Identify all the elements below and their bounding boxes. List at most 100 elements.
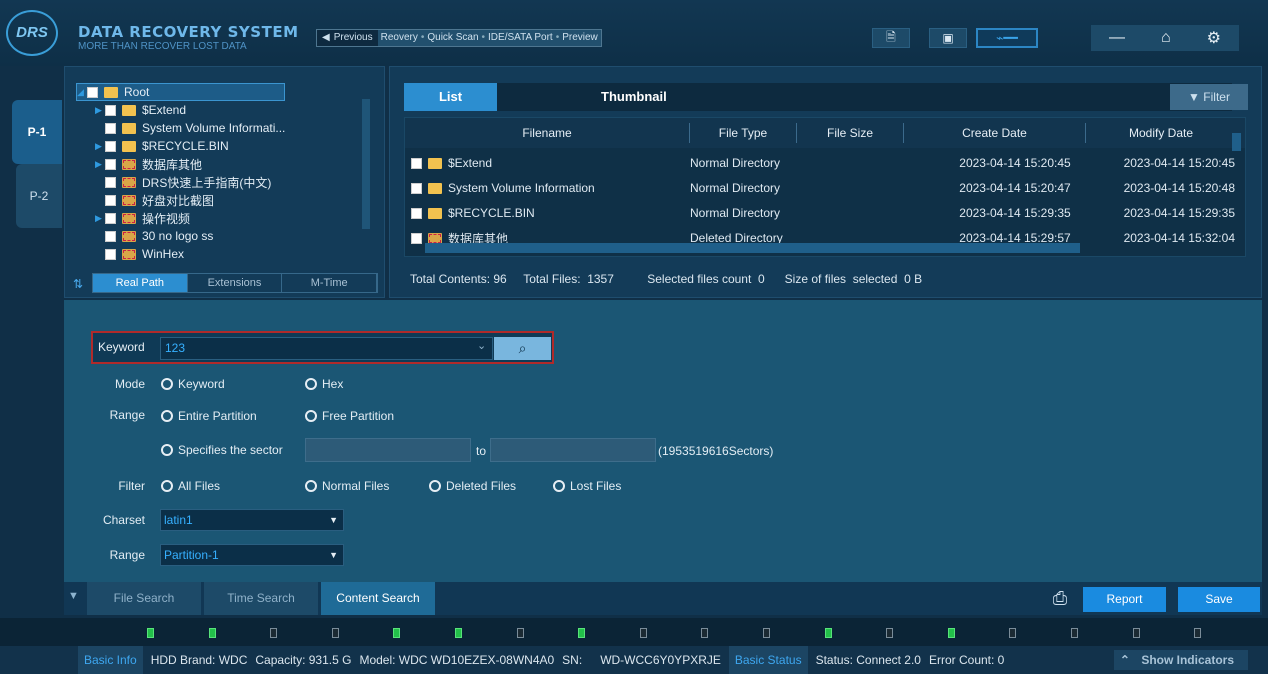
checkbox[interactable] [411,232,422,244]
indicator-led [947,628,955,638]
tree-item[interactable]: ◢ Root [76,83,285,101]
lost-files-radio[interactable]: Lost Files [553,479,621,493]
expand-arrow-icon[interactable]: ▶ [95,105,105,116]
horizontal-scrollbar[interactable] [425,243,1080,253]
tree-item[interactable]: WinHex [95,245,184,263]
all-files-radio[interactable]: All Files [161,479,220,493]
folder-icon [122,140,136,152]
expand-arrow-icon[interactable]: ▶ [95,141,105,152]
log-button[interactable]: 🗎 [872,28,910,48]
tab-list[interactable]: List [404,83,497,111]
tree-item[interactable]: DRS快速上手指南(中文) [95,173,271,191]
total-files: Total Files: 1357 [523,272,614,286]
save-button[interactable]: Save [1178,587,1260,612]
toolbox-button[interactable]: ▣ [929,28,967,48]
checkbox[interactable] [411,182,422,194]
search-button[interactable]: ⌕ [494,337,551,360]
inbox-icon[interactable]: ⎙ [1034,582,1086,615]
breadcrumb-item-preview[interactable]: Preview [559,30,601,46]
sector-start-input[interactable] [305,438,471,462]
tree-item[interactable]: 好盘对比截图 [95,191,214,209]
checkbox[interactable] [411,207,422,219]
chevron-down-icon[interactable]: ⌄ [477,339,486,352]
tree-item[interactable]: ▶ 操作视频 [95,209,190,227]
tab-content-search[interactable]: Content Search [321,582,435,615]
tab-extensions[interactable]: Extensions [188,274,283,292]
breadcrumb-item-port[interactable]: IDE/SATA Port [485,30,556,46]
tree-item[interactable]: 30 no logo ss [95,227,213,245]
free-partition-radio[interactable]: Free Partition [305,409,394,423]
tree-item[interactable]: ▶ $Extend [95,101,186,119]
table-row[interactable]: $Extend Normal Directory 2023-04-14 15:20:… [405,151,1235,175]
charset-label: Charset [102,513,145,527]
tab-real-path[interactable]: Real Path [93,274,188,292]
column-file-size[interactable]: File Size [797,123,904,143]
tree-item[interactable]: ▶ 数据库其他 [95,155,202,173]
tab-m-time[interactable]: M-Time [282,274,378,292]
model: Model: WDC WD10EZEX-08WN4A0 [359,653,555,667]
basic-status-tab[interactable]: Basic Status [728,646,808,674]
sector-end-input[interactable] [490,438,656,462]
table-row[interactable]: $RECYCLE.BIN Normal Directory 2023-04-14 1… [405,201,1235,225]
checkbox[interactable] [105,158,116,170]
file-list-panel: Thumbnail List ▼ Filter Filename File Ty… [389,66,1262,298]
column-modify-date[interactable]: Modify Date [1086,123,1236,143]
report-button[interactable]: Report [1083,587,1166,612]
checkbox[interactable] [105,122,116,134]
basic-info-tab[interactable]: Basic Info [78,646,143,674]
gear-icon[interactable]: ⚙ [1207,28,1221,48]
column-filename[interactable]: Filename [405,123,690,143]
content-search-form: Keyword 123 ⌄ ⌕ Mode Keyword Hex Range E… [64,300,1262,582]
column-file-type[interactable]: File Type [690,123,797,143]
indicator-led [824,628,832,638]
tab-thumbnail[interactable]: Thumbnail [497,83,1232,111]
home-icon[interactable]: ⌂ [1161,29,1171,47]
checkbox[interactable] [105,104,116,116]
mode-keyword-radio[interactable]: Keyword [161,377,225,391]
checkbox[interactable] [105,140,116,152]
create-date-cell: 2023-04-14 15:20:47 [959,181,1071,195]
mode-hex-radio[interactable]: Hex [305,377,343,391]
vertical-scrollbar[interactable] [1232,133,1241,151]
checkbox[interactable] [105,194,116,206]
tab-file-search[interactable]: File Search [87,582,201,615]
checkbox[interactable] [87,86,98,98]
tree-scrollbar[interactable] [362,99,370,229]
folder-icon [122,230,136,242]
column-create-date[interactable]: Create Date [904,123,1086,143]
checkbox[interactable] [105,212,116,224]
tree-item[interactable]: ▶ $RECYCLE.BIN [95,137,229,155]
tree-item[interactable]: System Volume Informati... [95,119,285,137]
table-row[interactable]: System Volume Information Normal Director… [405,176,1235,200]
file-type-cell: Normal Directory [690,206,781,220]
tab-p1[interactable]: P-1 [12,100,62,164]
monitor-button[interactable]: ⌁━━ [976,28,1038,48]
sort-icon[interactable]: ⇅ [73,277,83,291]
breadcrumb-item-recovery[interactable]: Reovery [378,30,421,46]
partition-select[interactable]: Partition-1 ▼ [160,544,344,566]
previous-button[interactable]: ◀ Previous [317,30,378,46]
modify-date-cell: 2023-04-14 15:29:35 [1123,206,1235,220]
checkbox[interactable] [411,157,422,169]
mode-keyword-label: Keyword [178,377,225,391]
checkbox[interactable] [105,248,116,260]
filename-cell: $RECYCLE.BIN [448,206,535,220]
expand-arrow-icon[interactable]: ▶ [95,213,105,224]
charset-select[interactable]: latin1 ▼ [160,509,344,531]
checkbox[interactable] [105,176,116,188]
collapse-icon[interactable]: ▼ [68,590,79,602]
expand-arrow-icon[interactable]: ▶ [95,159,105,170]
filter-button[interactable]: ▼ Filter [1170,84,1248,110]
deleted-files-radio[interactable]: Deleted Files [429,479,516,493]
keyword-input[interactable]: 123 [160,337,493,360]
tab-time-search[interactable]: Time Search [204,582,318,615]
expand-arrow-icon[interactable]: ◢ [77,87,87,98]
tab-p2[interactable]: P-2 [16,164,62,228]
entire-partition-radio[interactable]: Entire Partition [161,409,257,423]
normal-files-radio[interactable]: Normal Files [305,479,389,493]
show-indicators-button[interactable]: ⌃ Show Indicators [1113,650,1248,670]
minimize-icon[interactable]: — [1109,29,1125,47]
breadcrumb-item-quick-scan[interactable]: Quick Scan [424,30,481,46]
specify-sector-radio[interactable]: Specifies the sector [161,443,283,457]
checkbox[interactable] [105,230,116,242]
